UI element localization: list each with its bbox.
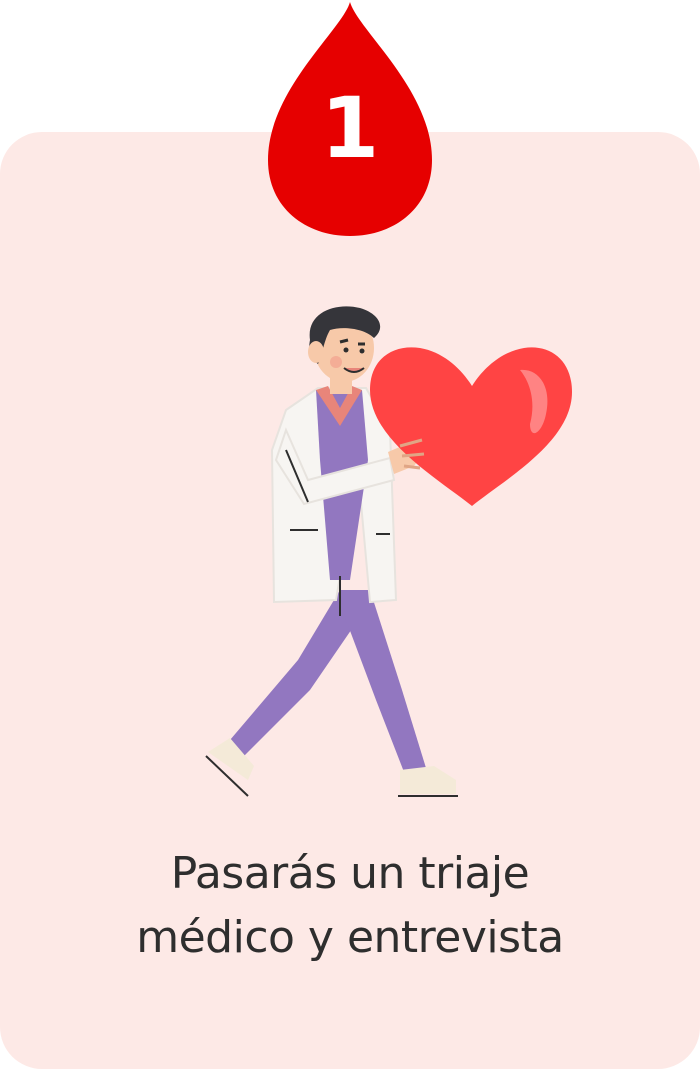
step-caption-line-2: médico y entrevista [136, 912, 564, 963]
step-caption: Pasarás un triaje médico y entrevista [40, 842, 660, 970]
step-card-container: 1 Pasarás un triaje médico y entrevista [0, 0, 700, 1069]
doctor-holding-heart-icon [190, 290, 590, 810]
step-caption-line-1: Pasarás un triaje [170, 848, 530, 899]
step-number: 1 [320, 79, 380, 177]
